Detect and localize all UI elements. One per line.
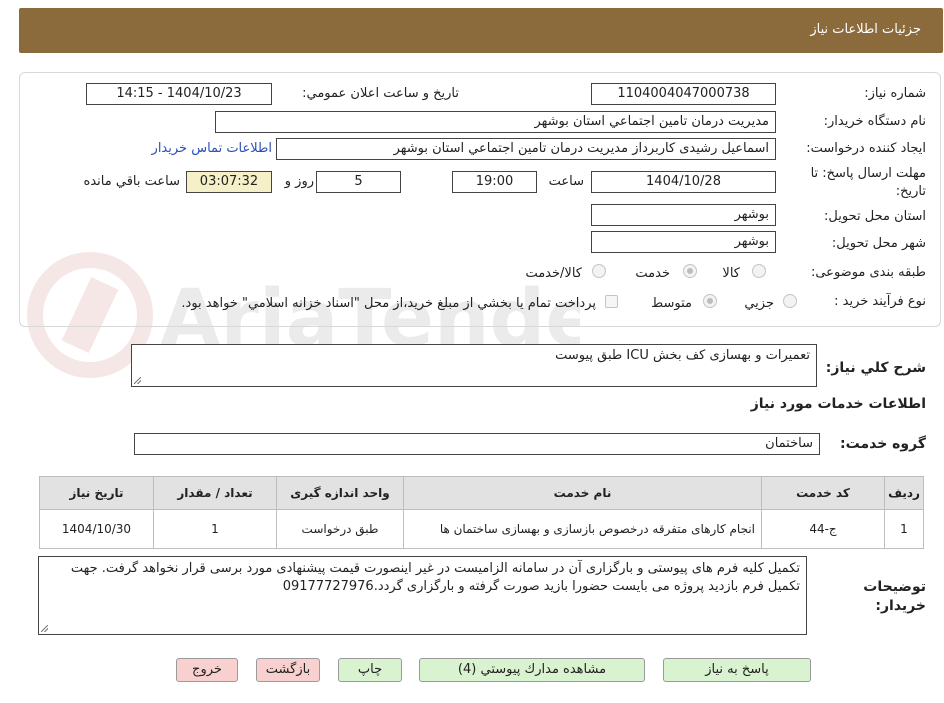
requester-field: اسماعيل رشيدی كاربرداز مديريت درمان تامي… <box>276 138 776 160</box>
payment-note: پرداخت تمام يا بخشي از مبلغ خريد،از محل … <box>181 296 596 311</box>
col-service-code: کد خدمت <box>761 476 885 510</box>
process-label: نوع فرآيند خريد : <box>834 294 926 309</box>
cell-need-date: 1404/10/30 <box>39 509 154 549</box>
treasury-checkbox[interactable] <box>605 295 618 308</box>
buyer-notes-label: توضيحات خريدار: <box>863 579 926 614</box>
table-row: 1 ج-44 انجام کارهای متفرقه درخصوص بازساز… <box>39 509 924 549</box>
buyer-notes-textarea[interactable]: تکميل کليه فرم های پيوستی و بارگزاری آن … <box>38 556 807 635</box>
cell-service-code: ج-44 <box>761 509 885 549</box>
remaining-label: ساعت باقي مانده <box>83 174 180 189</box>
table-header-row: رديف کد خدمت نام خدمت واحد اندازه گيری ت… <box>39 476 924 510</box>
requester-label: ايجاد کننده درخواست: <box>806 141 926 156</box>
city-label: شهر محل تحويل: <box>831 236 926 251</box>
col-row-number: رديف <box>884 476 924 510</box>
need-number-label: شماره نياز: <box>864 86 926 101</box>
col-need-date: تاريخ نياز <box>39 476 154 510</box>
services-table: رديف کد خدمت نام خدمت واحد اندازه گيری ت… <box>39 476 924 549</box>
category-option-service: خدمت <box>635 266 670 281</box>
exit-button[interactable]: خروج <box>176 658 238 682</box>
description-label: شرح کلي نياز: <box>825 360 926 376</box>
cell-service-name: انجام کارهای متفرقه درخصوص بازسازی و بهس… <box>403 509 762 549</box>
category-radio-goods[interactable] <box>752 264 766 278</box>
announce-field: 1404/10/23 - 14:15 <box>86 83 272 105</box>
buyer-org-label: نام دستگاه خريدار: <box>823 114 926 129</box>
print-button[interactable]: چاپ <box>338 658 402 682</box>
days-label: روز و <box>284 174 314 189</box>
back-button[interactable]: بازگشت <box>256 658 320 682</box>
days-field: 5 <box>316 171 401 193</box>
page-title: جزئيات اطلاعات نياز <box>810 22 921 37</box>
process-option-medium: متوسط <box>651 296 692 311</box>
buyer-org-field: مديريت درمان تامين اجتماعي استان بوشهر <box>215 111 776 133</box>
category-option-both: کالا/خدمت <box>525 266 582 281</box>
process-option-minor: جزيي <box>744 296 774 311</box>
resize-grip-icon[interactable] <box>134 377 141 384</box>
deadline-date-field: 1404/10/28 <box>591 171 776 193</box>
announce-label: تاريخ و ساعت اعلان عمومي: <box>302 86 459 101</box>
city-field: بوشهر <box>591 231 776 253</box>
province-field: بوشهر <box>591 204 776 226</box>
buyer-contact-link[interactable]: اطلاعات تماس خريدار <box>152 141 272 156</box>
resize-grip-icon[interactable] <box>41 625 48 632</box>
category-radio-service[interactable] <box>683 264 697 278</box>
service-group-label: گروه خدمت: <box>840 436 926 452</box>
buyer-notes-text: تکميل کليه فرم های پيوستی و بارگزاری آن … <box>70 561 800 594</box>
need-number-field: 1104004047000738 <box>591 83 776 105</box>
category-radio-both[interactable] <box>592 264 606 278</box>
remaining-time-field: 03:07:32 <box>186 171 272 193</box>
cell-quantity: 1 <box>153 509 277 549</box>
description-text: تعميرات و بهسازی کف بخش ICU طبق پيوست <box>555 348 810 363</box>
col-quantity: تعداد / مقدار <box>153 476 277 510</box>
view-attachments-button[interactable]: مشاهده مدارك پيوستي (4) <box>419 658 645 682</box>
category-label: طبقه بندی موضوعی: <box>810 265 926 280</box>
col-service-name: نام خدمت <box>403 476 762 510</box>
reply-button[interactable]: پاسخ به نياز <box>663 658 811 682</box>
col-unit: واحد اندازه گيری <box>276 476 404 510</box>
time-label: ساعت <box>548 174 584 189</box>
category-option-goods: کالا <box>722 266 740 281</box>
process-radio-minor[interactable] <box>783 294 797 308</box>
services-section-title: اطلاعات خدمات مورد نياز <box>750 396 926 412</box>
cell-unit: طبق درخواست <box>276 509 404 549</box>
description-textarea[interactable]: تعميرات و بهسازی کف بخش ICU طبق پيوست <box>131 344 817 387</box>
process-radio-medium[interactable] <box>703 294 717 308</box>
deadline-label: مهلت ارسال پاسخ: تا تاريخ: <box>810 166 926 199</box>
page-header: جزئيات اطلاعات نياز <box>19 8 943 53</box>
province-label: استان محل تحويل: <box>824 209 926 224</box>
deadline-time-field: 19:00 <box>452 171 537 193</box>
cell-row-number: 1 <box>884 509 924 549</box>
service-group-field: ساختمان <box>134 433 820 455</box>
